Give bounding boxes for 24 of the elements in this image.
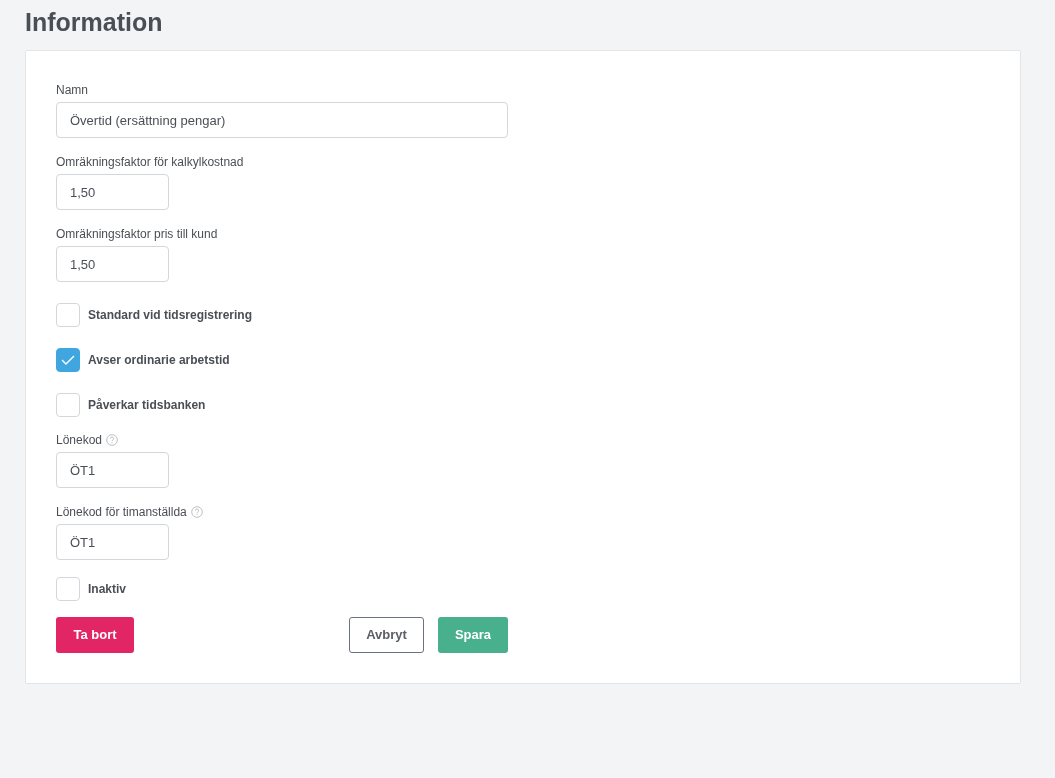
checkbox[interactable] bbox=[56, 577, 80, 601]
checkbox-label: Standard vid tidsregistrering bbox=[88, 307, 253, 324]
field-label: Omräkningsfaktor för kalkylkostnad bbox=[56, 154, 244, 171]
input-field[interactable]: ÖT1 bbox=[56, 452, 169, 488]
field-label: Lönekod bbox=[56, 432, 103, 449]
input-field[interactable]: 1,50 bbox=[56, 246, 169, 282]
input-field[interactable]: Övertid (ersättning pengar) bbox=[56, 102, 508, 138]
checkbox-label: Påverkar tidsbanken bbox=[88, 397, 206, 414]
checkbox-label: Avser ordinarie arbetstid bbox=[88, 352, 230, 369]
input-field[interactable]: ÖT1 bbox=[56, 524, 169, 560]
help-icon[interactable] bbox=[106, 434, 119, 446]
delete-button[interactable]: Ta bort bbox=[56, 617, 134, 653]
checkbox[interactable] bbox=[56, 348, 80, 372]
checkbox[interactable] bbox=[56, 303, 80, 327]
cancel-button[interactable]: Avbryt bbox=[349, 617, 424, 653]
help-icon[interactable] bbox=[190, 506, 203, 518]
field-label: Lönekod för timanställda bbox=[56, 504, 187, 521]
field-label: Omräkningsfaktor pris till kund bbox=[56, 226, 218, 243]
field-label: Namn bbox=[56, 82, 88, 99]
page-title: Information bbox=[25, 7, 164, 38]
checkbox-label: Inaktiv bbox=[88, 581, 126, 598]
checkbox[interactable] bbox=[56, 393, 80, 417]
input-field[interactable]: 1,50 bbox=[56, 174, 169, 210]
checkmark-icon bbox=[61, 355, 75, 365]
